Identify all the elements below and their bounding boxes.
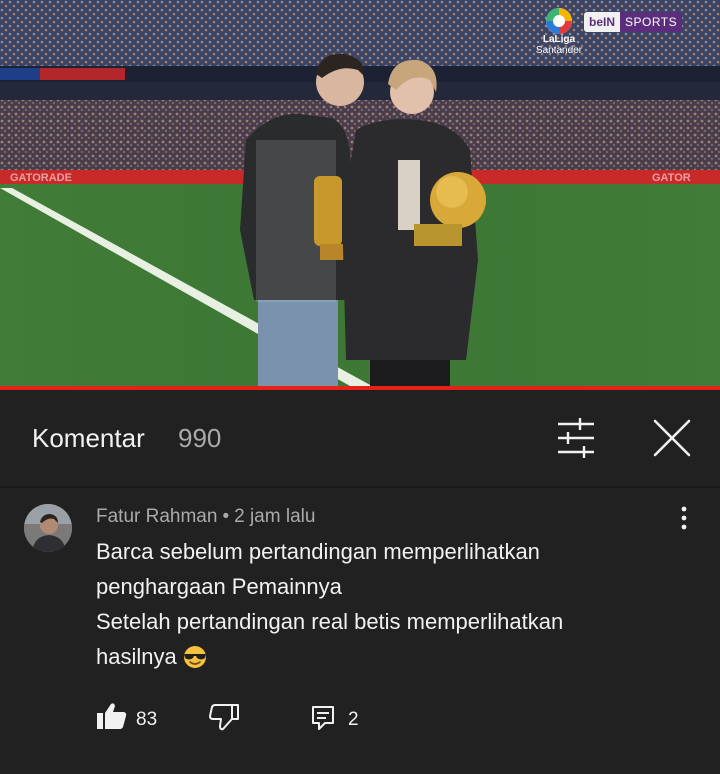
sort-filter-button[interactable] bbox=[554, 418, 598, 458]
reply-count: 2 bbox=[348, 709, 359, 730]
comments-title: Komentar bbox=[32, 423, 145, 453]
video-player[interactable]: GATORADE GATOR LaLiga Santander beIN SPO… bbox=[0, 0, 720, 386]
comment-text: Barca sebelum pertandingan memperlihatka… bbox=[96, 534, 656, 674]
close-icon bbox=[653, 419, 691, 457]
sliders-icon bbox=[558, 418, 594, 458]
video-frame: GATORADE GATOR bbox=[0, 0, 720, 386]
sunglasses-emoji-icon bbox=[181, 644, 209, 668]
reply-icon bbox=[312, 706, 334, 730]
laliga-emblem-icon bbox=[546, 8, 572, 34]
broadcaster-logo: beIN SPORTS bbox=[584, 12, 683, 32]
comment-item: Fatur Rahman • 2 jam lalu Barca sebelum pe… bbox=[0, 488, 720, 774]
comment-more-button[interactable] bbox=[670, 504, 698, 532]
comments-header: Komentar 990 bbox=[0, 390, 720, 486]
dislike-button[interactable] bbox=[208, 702, 242, 734]
thumbs-down-icon bbox=[209, 704, 239, 731]
comment-line: Setelah pertandingan real betis memperli… bbox=[96, 609, 564, 634]
comments-count: 990 bbox=[178, 423, 222, 453]
like-count: 83 bbox=[136, 709, 158, 730]
user-avatar-icon bbox=[24, 504, 72, 552]
comment-meta: Fatur Rahman • 2 jam lalu bbox=[96, 506, 315, 528]
svg-text:GATOR: GATOR bbox=[652, 172, 691, 184]
sports-logo-text: SPORTS bbox=[620, 12, 683, 32]
bein-logo-text: beIN bbox=[584, 12, 621, 32]
comment-line: penghargaan Pemainnya bbox=[96, 574, 342, 599]
comment-line: hasilnya bbox=[96, 644, 177, 669]
comment-line-last: hasilnya bbox=[96, 639, 656, 674]
avatar[interactable] bbox=[24, 504, 72, 552]
comment-line: Barca sebelum pertandingan memperlihatka… bbox=[96, 539, 540, 564]
svg-text:GATORADE: GATORADE bbox=[10, 172, 72, 184]
laliga-sponsor-text: Santander bbox=[535, 45, 583, 56]
comment-author[interactable]: Fatur Rahman bbox=[96, 506, 217, 527]
comment-actions: 83 2 bbox=[96, 702, 396, 738]
reply-button[interactable] bbox=[311, 704, 335, 732]
vertical-dots-icon bbox=[681, 506, 687, 530]
like-button[interactable] bbox=[96, 702, 130, 734]
meta-separator: • bbox=[222, 506, 230, 527]
thumbs-up-icon bbox=[97, 703, 127, 729]
comment-time: 2 jam lalu bbox=[234, 506, 316, 527]
close-button[interactable] bbox=[650, 416, 694, 460]
